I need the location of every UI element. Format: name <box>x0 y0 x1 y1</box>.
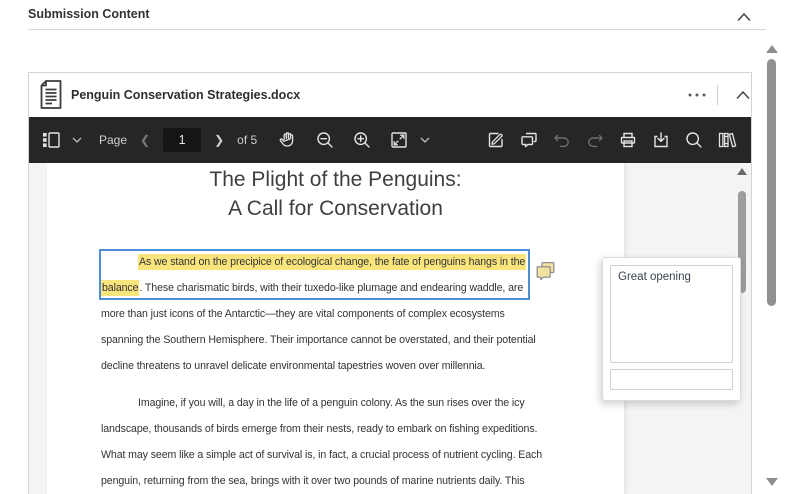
comment-reply-input[interactable] <box>610 369 733 390</box>
previous-page-button[interactable]: ❮ <box>138 133 152 147</box>
viewer-scroll-up-arrow[interactable] <box>737 168 747 175</box>
document-heading: The Plight of the Penguins: A Call for C… <box>47 165 624 223</box>
document-text-line: Imagine, if you will, a day in the life … <box>101 397 601 423</box>
chevron-up-icon <box>737 12 751 22</box>
search-icon[interactable] <box>684 130 704 150</box>
page-number-input[interactable] <box>163 128 202 152</box>
document-title: Penguin Conservation Strategies.docx <box>71 88 301 102</box>
body-text: more than just icons of the Antarctic—th… <box>101 308 505 320</box>
zoom-out-icon[interactable] <box>315 130 335 150</box>
content-library-icon[interactable] <box>717 130 737 150</box>
body-text: What may seem like a simple act of survi… <box>101 449 542 461</box>
document-text-line: penguin, returning from the sea, brings … <box>101 475 601 494</box>
document-heading-line: The Plight of the Penguins: <box>209 168 462 191</box>
body-text: landscape, thousands of birds emerge fro… <box>101 423 538 435</box>
document-options-button[interactable] <box>677 73 717 117</box>
comment-card: Great opening <box>602 257 741 401</box>
print-icon[interactable] <box>618 130 638 150</box>
document-text-line: more than just icons of the Antarctic—th… <box>101 308 601 334</box>
body-text: penguin, returning from the sea, brings … <box>101 475 525 487</box>
body-text: spanning the Southern Hemisphere. Their … <box>101 334 536 346</box>
panel-divider <box>28 29 766 30</box>
document-card-header: Penguin Conservation Strategies.docx <box>29 73 751 117</box>
page-count-label: of 5 <box>237 133 258 147</box>
panel-collapse-button[interactable] <box>736 9 758 25</box>
zoom-options-chevron-icon[interactable] <box>420 135 430 145</box>
toolbar-right-group <box>486 117 737 163</box>
body-text: Imagine, if you will, a day in the life … <box>138 397 525 409</box>
ellipsis-icon <box>688 93 706 97</box>
document-icon <box>39 79 63 115</box>
chevron-up-icon <box>736 90 750 100</box>
toolbar-left-group: Page ❮ ❯ of 5 <box>41 117 430 163</box>
paragraph: Imagine, if you will, a day in the life … <box>101 397 601 494</box>
annotation-selection-box[interactable] <box>99 249 530 300</box>
comments-icon[interactable] <box>519 130 539 150</box>
comment-text: Great opening <box>610 265 733 363</box>
outer-scroll-up-arrow[interactable] <box>766 45 778 53</box>
thumbnail-panel-icon[interactable] <box>41 130 61 150</box>
body-text: decline threatens to unravel delicate en… <box>101 360 486 372</box>
pan-hand-icon[interactable] <box>278 130 298 150</box>
document-text-line: spanning the Southern Hemisphere. Their … <box>101 334 601 360</box>
annotate-icon[interactable] <box>486 130 506 150</box>
document-viewer: The Plight of the Penguins: A Call for C… <box>29 163 751 494</box>
panel-title: Submission Content <box>28 7 150 21</box>
document-text-line: What may seem like a simple act of survi… <box>101 449 601 475</box>
download-icon[interactable] <box>651 130 671 150</box>
document-collapse-button[interactable] <box>725 73 761 117</box>
document-card: Penguin Conservation Strategies.docx Pag… <box>28 72 752 494</box>
document-page: The Plight of the Penguins: A Call for C… <box>47 163 624 494</box>
page-label: Page <box>99 133 128 147</box>
redo-icon[interactable] <box>585 130 605 150</box>
fit-to-screen-icon[interactable] <box>389 130 409 150</box>
document-text-line: decline threatens to unravel delicate en… <box>101 360 601 386</box>
header-divider <box>717 85 718 105</box>
panel-options-chevron-icon[interactable] <box>72 135 82 145</box>
document-text-line: landscape, thousands of birds emerge fro… <box>101 423 601 449</box>
comment-marker-icon[interactable] <box>534 260 557 288</box>
next-page-button[interactable]: ❯ <box>212 133 226 147</box>
submission-content-panel: Submission Content Penguin Conservation … <box>0 0 794 494</box>
zoom-in-icon[interactable] <box>352 130 372 150</box>
outer-scrollbar-thumb[interactable] <box>767 59 776 306</box>
document-heading-line: A Call for Conservation <box>228 197 443 220</box>
viewer-toolbar: Page ❮ ❯ of 5 <box>29 117 751 163</box>
undo-icon[interactable] <box>552 130 572 150</box>
outer-scroll-down-arrow[interactable] <box>766 478 778 486</box>
